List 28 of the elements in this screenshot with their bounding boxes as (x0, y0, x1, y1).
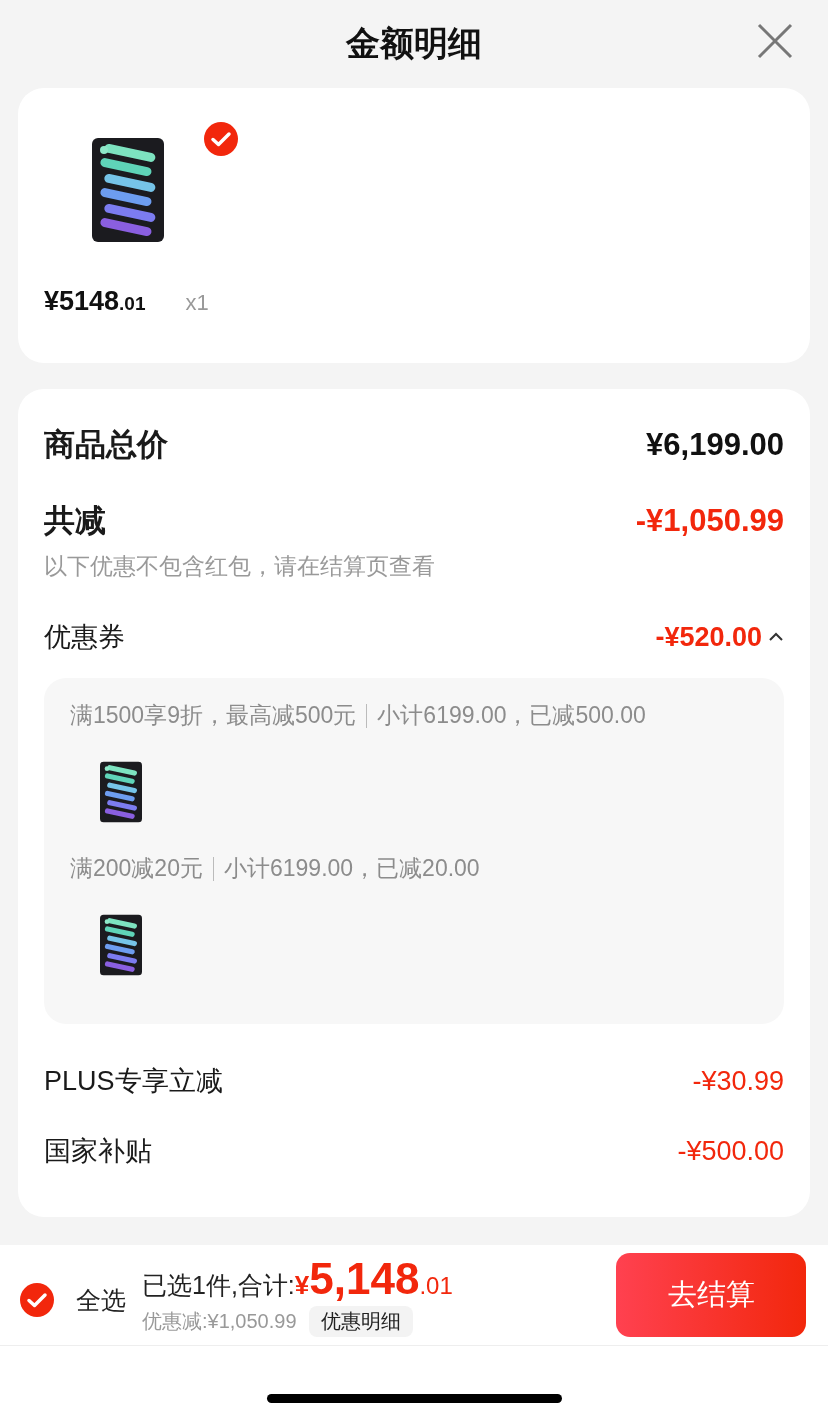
coupon-rule: 满1500享9折，最高减500元 (70, 701, 357, 730)
row-amount: -¥520.00 (655, 621, 762, 653)
checkout-button[interactable]: 去结算 (616, 1253, 806, 1337)
row-amount: -¥30.99 (692, 1065, 784, 1097)
row-label: 商品总价 (44, 426, 168, 464)
row-label: 优惠券 (44, 621, 125, 654)
discount-note: 以下优惠不包含红包，请在结算页查看 (44, 552, 436, 581)
coupon-subtotal: 小计6199.00，已减500.00 (377, 701, 646, 730)
checked-icon[interactable] (20, 1283, 54, 1317)
window-title: 金额明细 (346, 23, 482, 64)
close-button[interactable] (756, 22, 794, 60)
row-label: 共减 (44, 502, 106, 540)
selected-count: 已选1件,合计: (142, 1269, 295, 1301)
details-button[interactable]: 优惠明细 (308, 1305, 413, 1337)
row-label: PLUS专享立减 (44, 1065, 223, 1098)
row-amount: ¥6,199.00 (646, 427, 784, 463)
product-price: ¥5148.01 (44, 286, 146, 317)
checked-icon[interactable] (204, 122, 238, 156)
discount-total: 优惠减:¥1,050.99 (142, 1308, 297, 1334)
select-all-label[interactable]: 全选 (76, 1283, 126, 1317)
row-amount: -¥1,050.99 (635, 503, 784, 539)
total-price: ¥5,148.01 (294, 1253, 453, 1304)
caret-icon[interactable] (768, 632, 784, 642)
quantity: x1 (185, 290, 209, 316)
coupon-rule: 满200减20元 (70, 854, 203, 883)
row-label: 国家补贴 (44, 1135, 152, 1168)
coupon-subtotal: 小计6199.00，已减20.00 (223, 854, 480, 883)
row-amount: -¥500.00 (677, 1135, 784, 1167)
